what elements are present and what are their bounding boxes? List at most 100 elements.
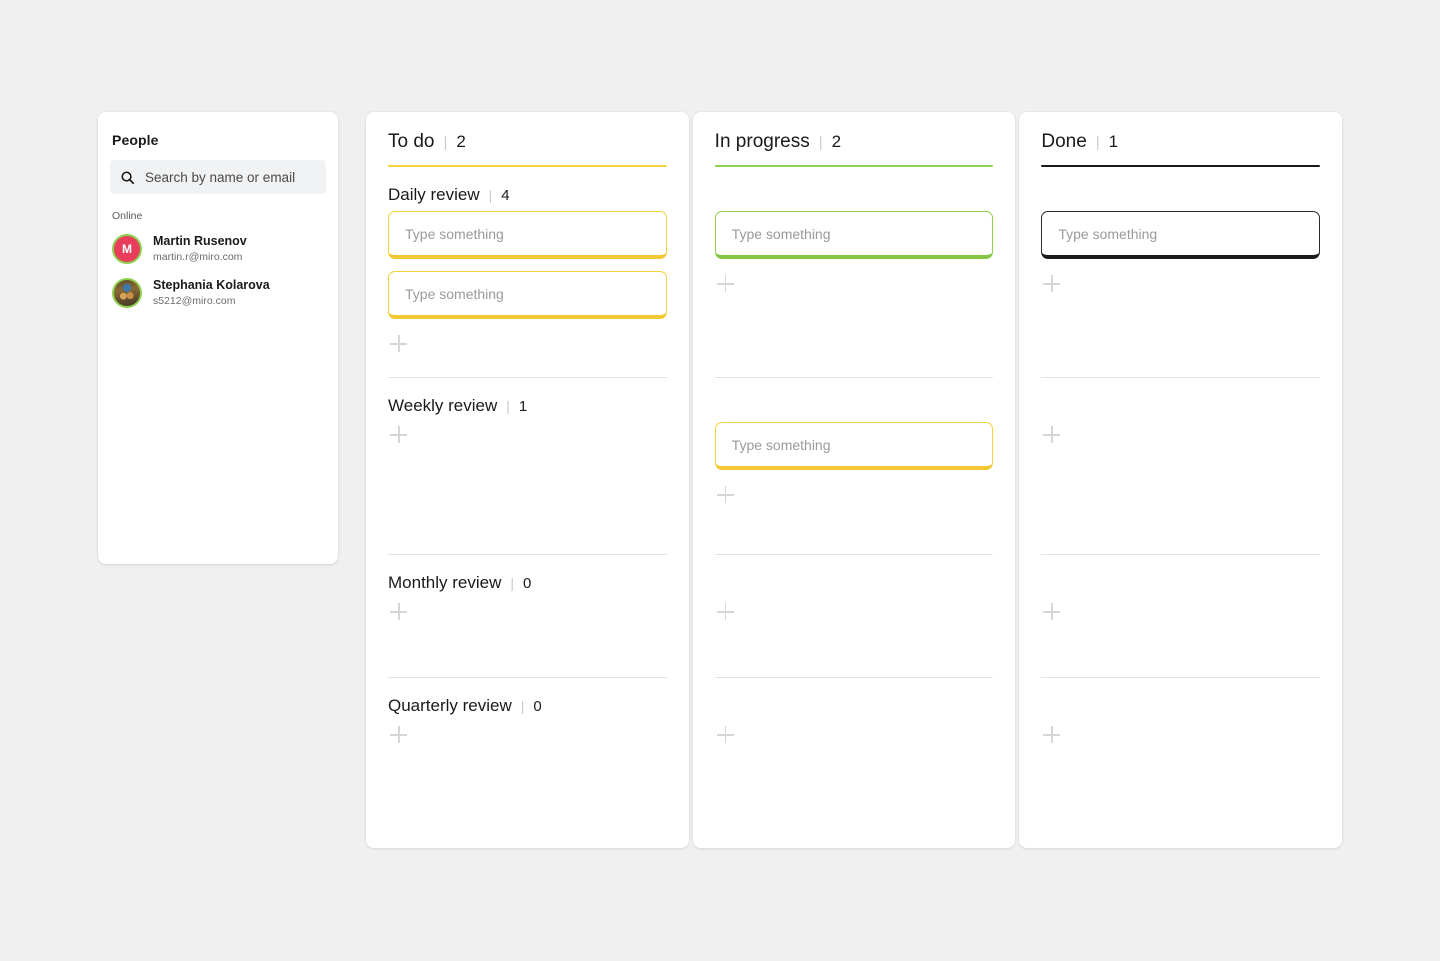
sticky-card-placeholder: Type something: [405, 285, 504, 302]
swimlane-body: [388, 422, 667, 554]
sticky-card[interactable]: Type something: [1041, 211, 1321, 259]
plus-icon[interactable]: [1043, 603, 1061, 621]
plus-icon[interactable]: [716, 603, 735, 621]
swimlane-2: [1041, 378, 1321, 555]
swimlane-4: [715, 678, 994, 803]
swimlane-header: [1041, 378, 1320, 422]
board-canvas: People Online M Martin Rusenov martin.r@…: [0, 0, 1440, 961]
swimlane-monthly-review: Monthly review | 0: [388, 555, 667, 678]
column-title-line: Done | 1: [1041, 132, 1320, 165]
column-title: Done: [1041, 131, 1087, 152]
swimlane-body: [715, 599, 994, 677]
swimlane-body: [388, 599, 667, 677]
person-list-item-stephania[interactable]: Stephania Kolarova s5212@miro.com: [110, 274, 326, 312]
plus-icon[interactable]: [390, 335, 408, 353]
swimlane-header: Monthly review | 0: [388, 555, 667, 599]
lane-spacer: [388, 621, 667, 671]
lane-spacer: [388, 353, 667, 371]
avatar: [114, 280, 140, 307]
person-meta: Martin Rusenov martin.r@miro.com: [153, 234, 247, 264]
people-search-input[interactable]: [145, 169, 316, 185]
column-title: In progress: [714, 131, 810, 152]
sticky-card-placeholder: Type something: [405, 225, 504, 242]
swimlane-title: Daily review: [388, 185, 480, 204]
column-separator: |: [1095, 134, 1100, 151]
column-title-line: To do | 2: [388, 132, 667, 165]
swimlane-list: Type something: [1041, 167, 1321, 848]
avatar-ring: M: [112, 234, 142, 265]
lane-spacer: [715, 504, 994, 548]
column-title-line: In progress | 2: [715, 132, 994, 165]
lane-spacer: [1041, 744, 1320, 797]
people-panel-title: People: [112, 132, 159, 148]
plus-icon[interactable]: [390, 603, 408, 621]
person-name: Martin Rusenov: [153, 234, 247, 248]
column-count: 2: [831, 132, 842, 151]
lane-spacer: [1041, 444, 1320, 548]
column-separator: |: [443, 134, 448, 151]
lane-spacer: [388, 744, 667, 797]
person-email: s5212@miro.com: [153, 294, 236, 307]
swimlane-header: [715, 167, 994, 211]
swimlane-separator: |: [506, 398, 510, 414]
people-search-box[interactable]: [110, 160, 326, 194]
swimlane-header: [1041, 167, 1320, 211]
lane-spacer: [715, 621, 994, 671]
column-header: Done | 1: [1041, 112, 1321, 167]
swimlane-header: [1041, 555, 1320, 599]
swimlane-daily-review: Daily review | 4 Type something Type somethi…: [388, 167, 667, 378]
lane-spacer: [1041, 621, 1320, 671]
column-title: To do: [388, 131, 435, 152]
sticky-card[interactable]: Type something: [714, 211, 994, 259]
kanban-column-done: Done | 1 Type something: [1019, 112, 1343, 848]
swimlane-1: Type something: [1041, 167, 1321, 378]
sticky-card[interactable]: Type something: [388, 271, 667, 319]
swimlane-header: [1041, 678, 1320, 722]
swimlane-count: 1: [518, 398, 528, 415]
swimlane-body: [388, 722, 667, 803]
people-panel: People Online M Martin Rusenov martin.r@…: [98, 112, 338, 564]
column-count: 2: [456, 132, 466, 151]
column-separator: |: [818, 134, 823, 151]
avatar-ring: [112, 278, 142, 309]
swimlane-3: [714, 555, 994, 678]
swimlane-title: Monthly review: [388, 573, 502, 592]
plus-icon[interactable]: [1043, 726, 1061, 744]
swimlane-4: [1041, 678, 1320, 803]
swimlane-header: [715, 555, 994, 599]
search-icon: [120, 170, 135, 185]
person-meta: Stephania Kolarova s5212@miro.com: [153, 278, 270, 308]
person-name: Stephania Kolarova: [153, 278, 270, 293]
swimlane-body: [1041, 722, 1320, 803]
swimlane-separator: |: [520, 698, 525, 714]
plus-icon[interactable]: [1043, 426, 1061, 444]
swimlane-list: Daily review | 4 Type something Type somethi…: [388, 167, 667, 848]
swimlane-title: Weekly review: [388, 396, 498, 415]
lane-spacer: [715, 744, 994, 797]
plus-icon[interactable]: [390, 426, 408, 444]
swimlane-list: Type something Type something: [714, 167, 994, 848]
lane-spacer: [1041, 293, 1320, 371]
plus-icon[interactable]: [390, 726, 408, 744]
lane-spacer: [388, 444, 667, 548]
column-header: To do | 2: [388, 112, 667, 167]
plus-icon[interactable]: [716, 275, 735, 293]
swimlane-weekly-review: Weekly review | 1: [388, 378, 667, 555]
plus-icon[interactable]: [716, 486, 735, 504]
person-email: martin.r@miro.com: [153, 250, 243, 263]
online-group-label: Online: [112, 210, 143, 222]
sticky-card-placeholder: Type something: [1058, 225, 1158, 242]
person-list-item-martin[interactable]: M Martin Rusenov martin.r@miro.com: [110, 230, 326, 268]
plus-icon[interactable]: [716, 726, 735, 744]
swimlane-2: Type something: [714, 378, 994, 555]
sticky-card[interactable]: Type something: [714, 422, 994, 470]
swimlane-3: [1041, 555, 1321, 678]
plus-icon[interactable]: [1043, 275, 1061, 293]
swimlane-body: Type something: [714, 211, 994, 377]
swimlane-quarterly-review: Quarterly review | 0: [388, 678, 667, 803]
kanban-columns: To do | 2 Daily review | 4 Type something Type …: [366, 112, 1343, 848]
sticky-card[interactable]: Type something: [388, 211, 667, 259]
swimlane-count: 0: [533, 698, 542, 715]
swimlane-count: 0: [523, 575, 532, 592]
sticky-card-placeholder: Type something: [731, 436, 831, 453]
